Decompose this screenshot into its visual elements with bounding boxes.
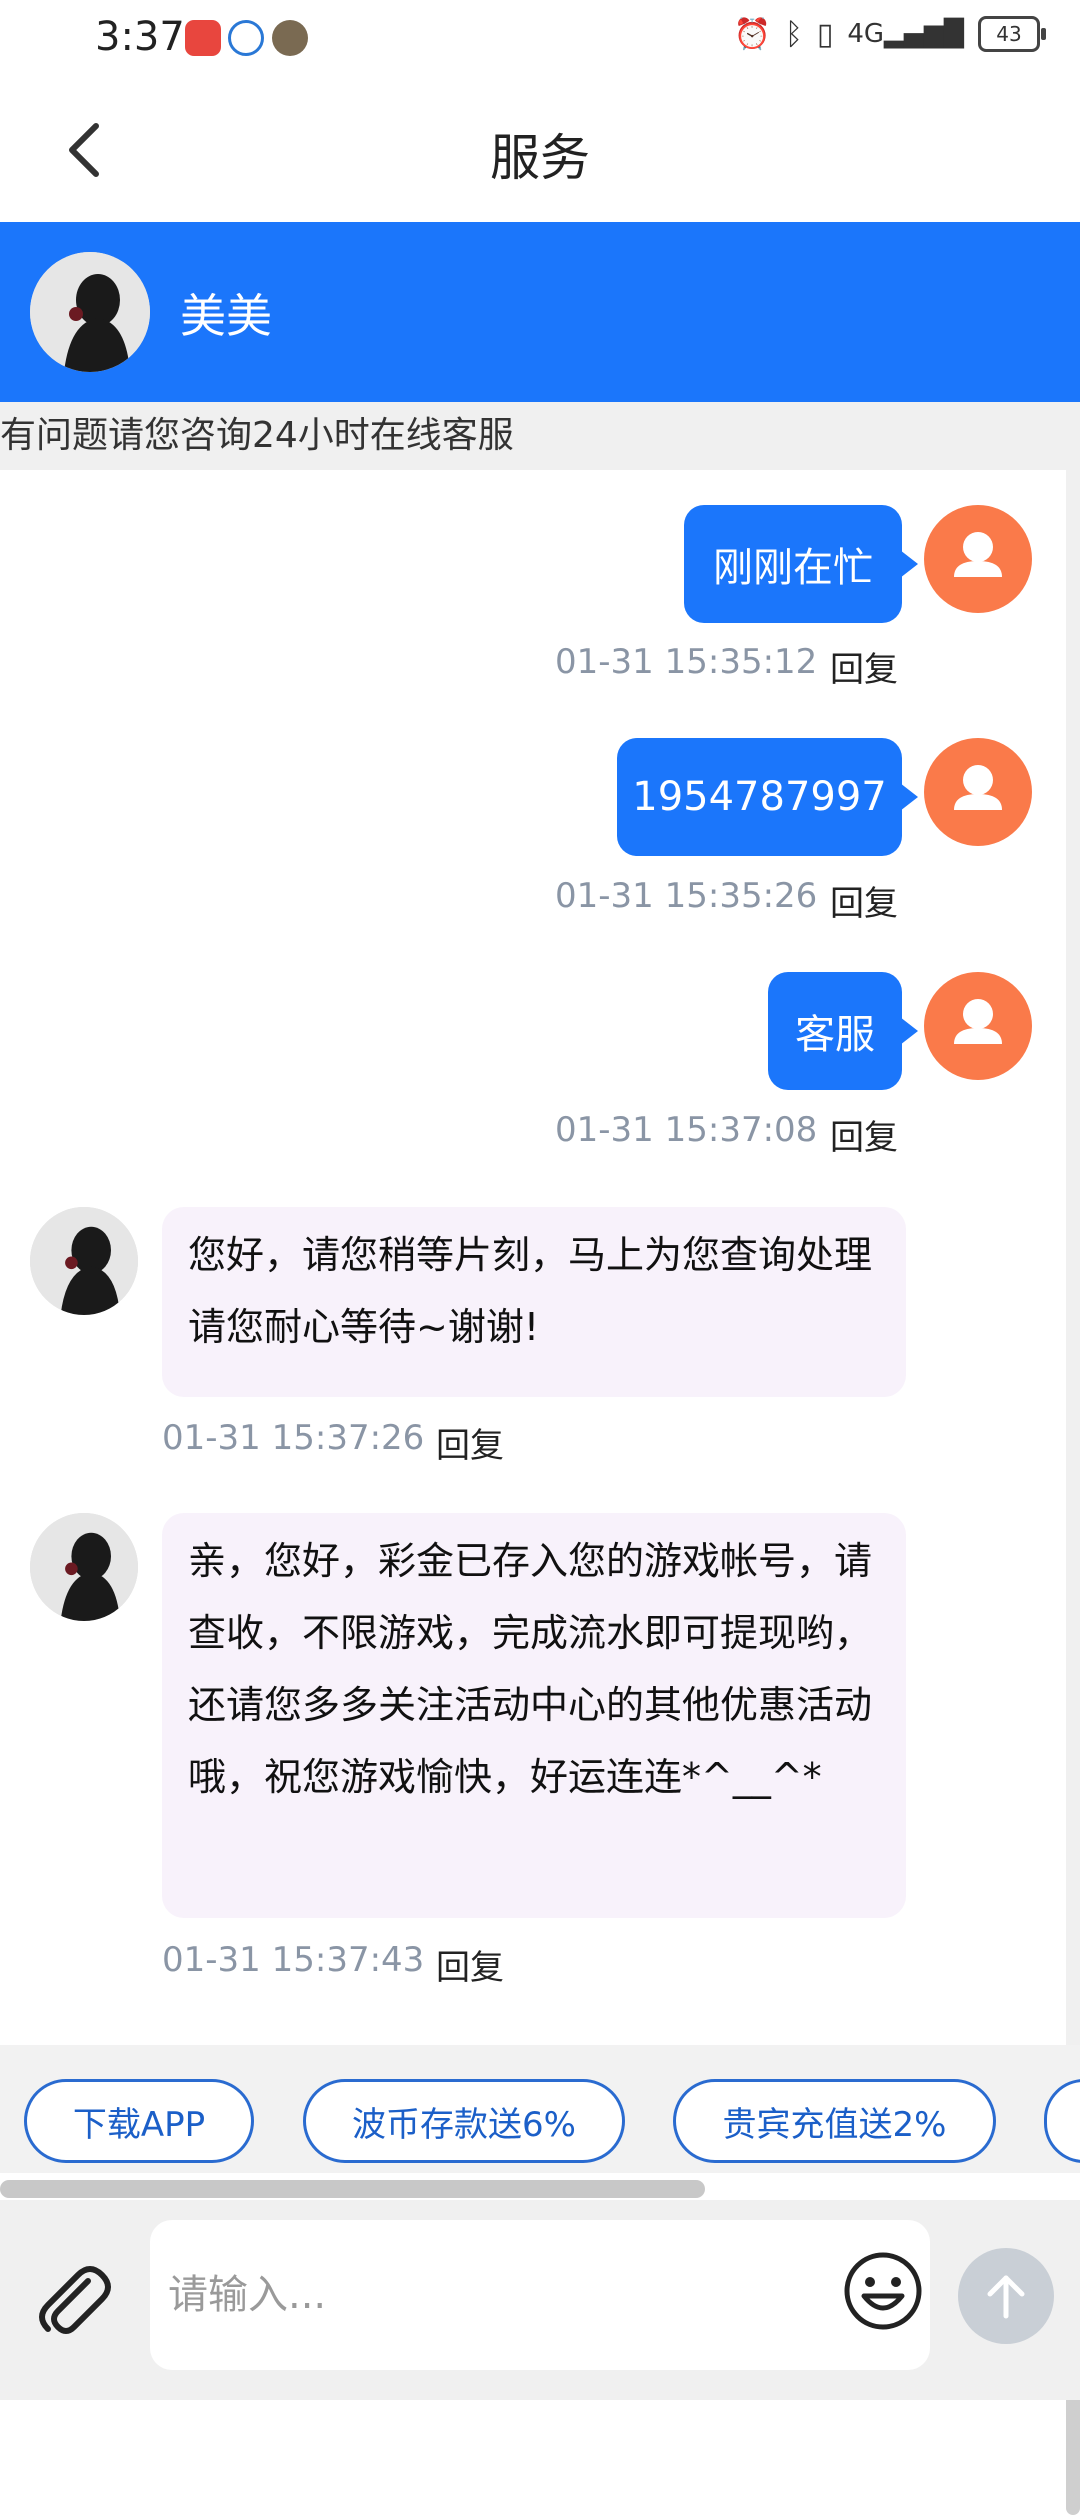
user-icon xyxy=(954,532,1002,577)
quick-action-download-app[interactable]: 下载APP xyxy=(24,2079,254,2163)
signal-icon: 4G▂▄▆█ xyxy=(847,19,964,49)
message-time: 01-31 15:35:12 xyxy=(555,642,818,682)
vibrate-icon: ▯ xyxy=(816,16,834,52)
agent-message-avatar xyxy=(30,1207,138,1315)
paperclip-icon xyxy=(39,2266,111,2334)
agent-name: 美美 xyxy=(180,289,272,343)
chat-scrollbar[interactable] xyxy=(1066,470,1080,2515)
reply-link[interactable]: 回复 xyxy=(830,876,898,925)
quick-action-more[interactable] xyxy=(1044,2079,1080,2163)
user-message-bubble[interactable]: 1954787997 xyxy=(617,738,918,856)
arrow-up-icon xyxy=(987,2275,1025,2319)
quick-action-vip-recharge[interactable]: 贵宾充值送2% xyxy=(673,2079,996,2163)
quick-actions-bar[interactable]: 下载APP 波币存款送6% 贵宾充值送2% xyxy=(0,2045,1080,2173)
agent-header: 美美 xyxy=(0,222,1080,402)
battery-icon: 43 xyxy=(978,16,1046,52)
message-time: 01-31 15:37:26 xyxy=(162,1418,425,1458)
input-bar xyxy=(0,2200,1080,2400)
user-message-bubble[interactable]: 刚刚在忙 xyxy=(684,505,918,623)
bluetooth-icon: ᛒ xyxy=(784,16,803,52)
message-time: 01-31 15:35:26 xyxy=(555,876,818,916)
send-button[interactable] xyxy=(958,2248,1054,2344)
status-time: 3:37 xyxy=(95,14,185,60)
message-time: 01-31 15:37:43 xyxy=(162,1940,425,1980)
agent-avatar[interactable] xyxy=(30,252,150,372)
reply-link[interactable]: 回复 xyxy=(830,1110,898,1159)
emoji-icon xyxy=(844,2252,922,2330)
page-title: 服务 xyxy=(490,129,590,187)
reply-link[interactable]: 回复 xyxy=(436,1418,504,1467)
agent-message-bubble[interactable]: 您好，请您稍等片刻，马上为您查询处理请您耐心等待~谢谢! xyxy=(162,1207,906,1397)
service-notice: 有问题请您咨询24小时在线客服 xyxy=(0,402,1080,470)
browser-app-icon xyxy=(228,20,264,56)
message-input[interactable] xyxy=(150,2220,930,2370)
agent-message-avatar xyxy=(30,1513,138,1621)
user-icon xyxy=(954,765,1002,810)
status-bar: 3:37 ⏰ ᛒ ▯ 4G▂▄▆█ 43 xyxy=(0,0,1080,80)
user-icon xyxy=(954,999,1002,1044)
nav-bar: 服务 xyxy=(0,80,1080,220)
agent-message-bubble[interactable]: 亲，您好，彩金已存入您的游戏帐号，请查收，不限游戏，完成流水即可提现哟，还请您多… xyxy=(162,1513,906,1918)
status-indicators: ⏰ ᛒ ▯ 4G▂▄▆█ 43 xyxy=(733,16,1046,52)
reply-link[interactable]: 回复 xyxy=(436,1940,504,1989)
user-avatar xyxy=(924,972,1032,1080)
emoji-button[interactable] xyxy=(840,2248,926,2334)
profile-app-icon xyxy=(272,20,308,56)
quick-action-deposit-bonus[interactable]: 波币存款送6% xyxy=(303,2079,625,2163)
user-message-bubble[interactable]: 客服 xyxy=(768,972,918,1090)
alarm-icon: ⏰ xyxy=(733,16,771,52)
user-avatar xyxy=(924,738,1032,846)
quick-actions-scrollbar[interactable] xyxy=(0,2180,705,2198)
store-app-icon xyxy=(185,20,221,56)
user-avatar xyxy=(924,505,1032,613)
message-time: 01-31 15:37:08 xyxy=(555,1110,818,1150)
reply-link[interactable]: 回复 xyxy=(830,642,898,691)
attach-button[interactable] xyxy=(28,2255,118,2345)
